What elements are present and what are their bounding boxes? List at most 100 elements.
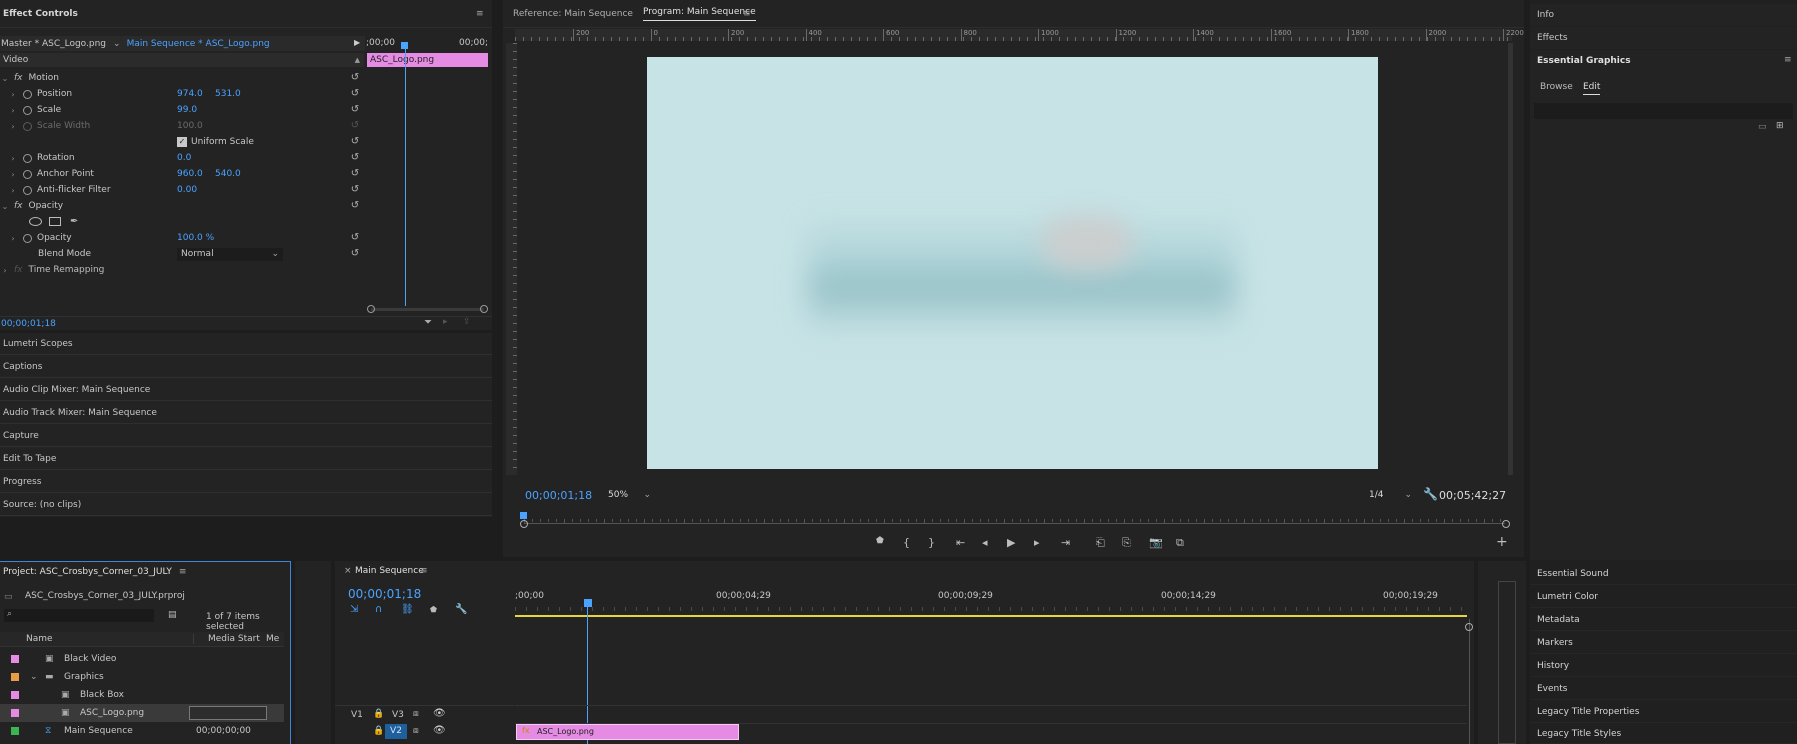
- col-more[interactable]: Me: [266, 634, 279, 644]
- play-icon[interactable]: ▶: [1007, 536, 1015, 549]
- scroll-handle[interactable]: [1465, 623, 1473, 631]
- markers-panel[interactable]: Markers: [1530, 632, 1797, 654]
- go-to-out-icon[interactable]: ⇥: [1061, 536, 1070, 549]
- chevron-down-icon[interactable]: ⌄: [30, 672, 38, 682]
- list-item[interactable]: ▣ Black Box: [0, 686, 284, 704]
- progress-panel[interactable]: Progress: [0, 471, 492, 493]
- vertical-scrollbar[interactable]: [1508, 43, 1513, 475]
- timeline-tab[interactable]: Main Sequence: [355, 566, 424, 576]
- linked-selection-icon[interactable]: ⛓: [401, 604, 414, 615]
- timeline-vertical-scroll[interactable]: [1469, 619, 1470, 744]
- step-forward-icon[interactable]: ▸: [1034, 536, 1040, 549]
- list-item[interactable]: ⌄ ▬ Graphics: [0, 668, 284, 686]
- scrub-handle-right[interactable]: [1502, 520, 1510, 528]
- camera-icon[interactable]: 📷: [1149, 536, 1163, 549]
- effect-timecode[interactable]: 00;00;01;18: [1, 319, 56, 329]
- add-marker-icon[interactable]: ⬟: [430, 605, 437, 614]
- extract-icon[interactable]: ⎘: [1122, 536, 1131, 550]
- list-item[interactable]: ▣ ASC_Logo.png: [0, 704, 284, 722]
- ellipse-mask-icon[interactable]: [29, 216, 42, 226]
- new-bin-icon[interactable]: ▤: [168, 610, 177, 620]
- zoom-select[interactable]: 50% ⌄: [604, 488, 654, 502]
- wrench-icon[interactable]: 🔧: [1423, 487, 1438, 501]
- effect-clip-bar[interactable]: ASC_Logo.png: [367, 53, 488, 67]
- anchor-y-value[interactable]: 540.0: [215, 169, 241, 179]
- eye-icon[interactable]: 👁: [433, 725, 446, 736]
- uniform-scale-checkbox[interactable]: ✓: [177, 137, 187, 147]
- audio-clip-mixer-panel[interactable]: Audio Clip Mixer: Main Sequence: [0, 379, 492, 401]
- timeline-timecode[interactable]: 00;00;01;18: [348, 587, 421, 601]
- timeline-ruler[interactable]: ;00;00 00;00;04;29 00;00;09;29 00;00;14;…: [515, 591, 1467, 613]
- reset-icon[interactable]: ↺: [349, 88, 361, 100]
- new-folder-icon[interactable]: ▭: [1758, 122, 1767, 132]
- eye-icon[interactable]: 👁: [433, 708, 446, 719]
- reset-icon[interactable]: ↺: [349, 72, 361, 84]
- position-y-value[interactable]: 531.0: [215, 89, 241, 99]
- chevron-right-icon[interactable]: ›: [8, 186, 18, 195]
- step-back-icon[interactable]: ◂: [982, 536, 988, 549]
- legacy-title-styles-panel[interactable]: Legacy Title Styles: [1530, 724, 1797, 744]
- work-area-bar[interactable]: [515, 615, 1467, 617]
- track-v3-label[interactable]: V3: [392, 710, 404, 720]
- nest-icon[interactable]: ⇲: [350, 604, 358, 615]
- opacity-value[interactable]: 100.0 %: [177, 233, 214, 243]
- lock-icon[interactable]: 🔒: [373, 726, 384, 736]
- metadata-panel[interactable]: Metadata: [1530, 609, 1797, 631]
- track-v1-source[interactable]: V1: [351, 710, 363, 720]
- stopwatch-icon[interactable]: [23, 105, 32, 115]
- chevron-right-icon[interactable]: ›: [0, 266, 10, 275]
- comparison-view-icon[interactable]: ⧉: [1176, 536, 1184, 550]
- rectangle-mask-icon[interactable]: [49, 216, 61, 226]
- snap-icon[interactable]: ∩: [375, 604, 382, 615]
- col-name[interactable]: Name: [26, 634, 53, 644]
- add-marker-icon[interactable]: ⬟: [876, 536, 884, 546]
- tab-program[interactable]: Program: Main Sequence: [643, 7, 756, 21]
- reset-icon[interactable]: ↺: [349, 248, 361, 260]
- history-panel[interactable]: History: [1530, 655, 1797, 677]
- track-v2-label[interactable]: V2: [385, 724, 407, 739]
- filter-icon[interactable]: ⏷: [424, 317, 432, 328]
- source-panel[interactable]: Source: (no clips): [0, 494, 492, 516]
- events-panel[interactable]: Events: [1530, 678, 1797, 700]
- stopwatch-icon[interactable]: [23, 185, 32, 195]
- mini-zoom-handle-left[interactable]: [367, 305, 375, 313]
- source-sequence-label[interactable]: Main Sequence * ASC_Logo.png: [127, 39, 270, 49]
- rotation-value[interactable]: 0.0: [177, 153, 191, 163]
- source-master-label[interactable]: Master * ASC_Logo.png: [0, 39, 106, 49]
- sync-lock-icon[interactable]: ⧈: [413, 726, 419, 736]
- lock-icon[interactable]: 🔒: [373, 709, 384, 719]
- project-search-input[interactable]: ⌕: [4, 609, 154, 622]
- stopwatch-icon[interactable]: [23, 89, 32, 99]
- label-swatch[interactable]: [11, 655, 19, 663]
- scrub-handle-left[interactable]: [520, 520, 528, 528]
- label-swatch[interactable]: [11, 691, 19, 699]
- pen-mask-icon[interactable]: ✒: [70, 216, 78, 227]
- timeline-clip[interactable]: fx ASC_Logo.png: [516, 724, 739, 740]
- mark-in-icon[interactable]: {: [903, 536, 910, 549]
- program-scrub-bar[interactable]: [520, 508, 1510, 528]
- add-button-icon[interactable]: +: [1496, 534, 1508, 550]
- timeline-playhead[interactable]: [584, 599, 592, 607]
- label-swatch[interactable]: [11, 673, 19, 681]
- fx-icon[interactable]: fx: [14, 201, 23, 211]
- captions-panel[interactable]: Captions: [0, 356, 492, 378]
- panel-menu-icon[interactable]: ≡: [476, 9, 484, 19]
- chevron-right-icon[interactable]: ›: [8, 154, 18, 163]
- reset-icon[interactable]: ↺: [349, 168, 361, 180]
- mini-zoom-scrollbar[interactable]: [371, 308, 484, 311]
- close-icon[interactable]: ×: [344, 566, 352, 576]
- info-panel[interactable]: Info: [1530, 4, 1797, 26]
- play-only-icon[interactable]: ▶: [354, 38, 360, 47]
- reset-icon[interactable]: ↺: [349, 232, 361, 244]
- play-audio-icon[interactable]: ▸: [443, 317, 448, 327]
- chevron-right-icon[interactable]: ›: [8, 90, 18, 99]
- wrench-icon[interactable]: 🔧: [455, 604, 467, 615]
- capture-panel[interactable]: Capture: [0, 425, 492, 447]
- tab-reference[interactable]: Reference: Main Sequence: [513, 9, 633, 19]
- antiflicker-value[interactable]: 0.00: [177, 185, 197, 195]
- go-to-in-icon[interactable]: ⇤: [956, 536, 965, 549]
- media-start-edit-field[interactable]: [189, 706, 267, 720]
- stopwatch-icon[interactable]: [23, 233, 32, 243]
- legacy-title-properties-panel[interactable]: Legacy Title Properties: [1530, 701, 1797, 723]
- lumetri-scopes-panel[interactable]: Lumetri Scopes: [0, 333, 492, 355]
